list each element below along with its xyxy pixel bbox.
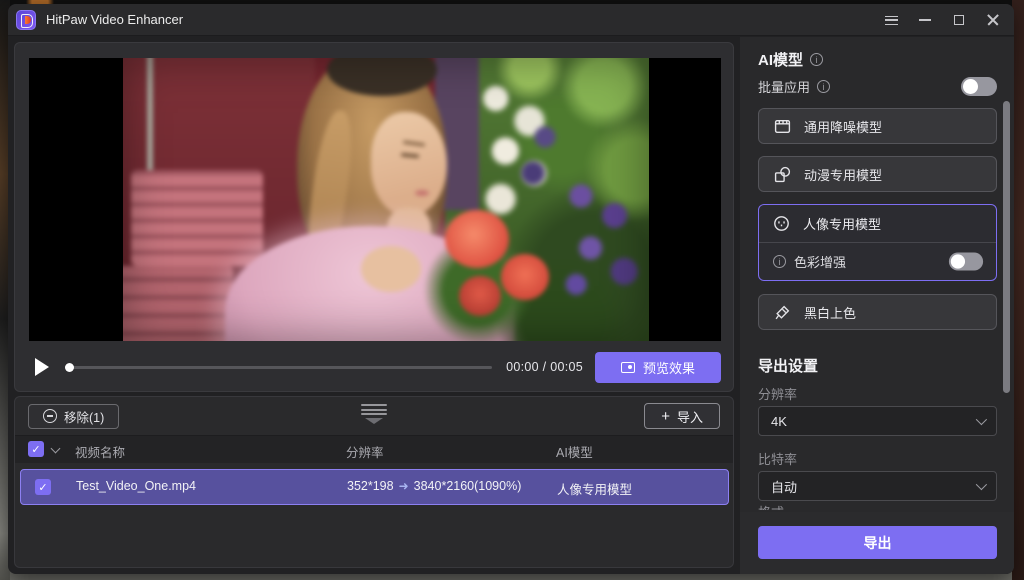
chevron-down-icon — [976, 479, 987, 490]
batch-apply-row: 批量应用 i — [758, 77, 997, 96]
bitrate-label: 比特率 — [758, 449, 797, 468]
settings-sidebar: AI模型 i 批量应用 i 通用降噪模型 动漫专用模型 — [740, 37, 1014, 574]
column-ai-model: AI模型 — [556, 442, 593, 461]
player-controls: 00:00 / 00:05 预览效果 — [29, 347, 721, 387]
color-enhance-row: i 色彩增强 — [759, 243, 996, 280]
column-video-name: 视频名称 — [75, 442, 125, 461]
preview-effect-label: 预览效果 — [643, 358, 695, 377]
row-checkbox[interactable]: ✓ — [35, 479, 51, 495]
title-bar: HitPaw Video Enhancer — [8, 4, 1014, 36]
app-title: HitPaw Video Enhancer — [46, 12, 183, 27]
arrow-right-icon: ➜ — [394, 479, 414, 493]
row-resolution: 352*198➜3840*2160(1090%) — [347, 479, 521, 493]
table-row[interactable]: ✓ Test_Video_One.mp4 352*198➜3840*2160(1… — [20, 469, 729, 505]
import-label: 导入 — [677, 407, 703, 426]
info-icon[interactable]: i — [810, 53, 823, 66]
preview-panel: 00:00 / 00:05 预览效果 — [14, 42, 734, 392]
model-group-portrait-selected: 人像专用模型 i 色彩增强 — [758, 204, 997, 281]
clipped-format-label: 格式 — [758, 502, 784, 510]
sidebar-scrollbar[interactable] — [1003, 101, 1010, 393]
film-icon — [774, 118, 791, 135]
plus-icon: + — [661, 409, 670, 424]
resolution-select[interactable]: 4K — [758, 406, 997, 436]
row-video-name: Test_Video_One.mp4 — [76, 479, 196, 493]
row-ai-model: 人像专用模型 — [557, 479, 632, 498]
remove-button[interactable]: 移除(1) — [28, 404, 119, 429]
ai-model-section-title: AI模型 i — [758, 49, 823, 70]
bitrate-value: 自动 — [771, 477, 797, 496]
close-icon — [987, 14, 999, 26]
model-label: 黑白上色 — [804, 303, 856, 322]
color-enhance-label: 色彩增强 — [794, 252, 846, 271]
collapse-handle[interactable] — [359, 404, 389, 424]
color-enhance-toggle[interactable] — [949, 252, 983, 270]
maximize-button[interactable] — [948, 9, 970, 31]
hamburger-icon — [885, 16, 898, 25]
maximize-icon — [954, 15, 964, 25]
batch-apply-label: 批量应用 — [758, 77, 810, 96]
app-logo-icon — [16, 10, 36, 30]
seek-bar[interactable] — [65, 366, 492, 369]
select-all-checkbox[interactable]: ✓ — [28, 441, 44, 457]
info-icon[interactable]: i — [773, 255, 786, 268]
model-button-colorize[interactable]: 黑白上色 — [758, 294, 997, 330]
chevron-down-icon — [976, 414, 987, 425]
column-resolution: 分辨率 — [346, 442, 384, 461]
preview-effect-button[interactable]: 预览效果 — [595, 352, 721, 383]
table-header: ✓ 视频名称 分辨率 AI模型 — [15, 435, 733, 463]
seek-handle[interactable] — [65, 363, 74, 372]
play-button[interactable] — [29, 354, 55, 380]
chevron-down-icon — [365, 418, 383, 424]
resolution-value: 4K — [771, 414, 787, 429]
file-list-panel: 移除(1) + 导入 ✓ 视频名称 分辨率 AI模型 ✓ Test_Video_… — [14, 396, 734, 568]
export-button[interactable]: 导出 — [758, 526, 997, 559]
minimize-icon — [919, 19, 931, 21]
video-camera-icon — [621, 362, 635, 373]
resolution-label: 分辨率 — [758, 384, 797, 403]
app-window: HitPaw Video Enhancer — [8, 4, 1014, 574]
time-display: 00:00 / 00:05 — [506, 360, 583, 374]
minimize-button[interactable] — [914, 9, 936, 31]
model-label: 动漫专用模型 — [804, 165, 882, 184]
model-label: 人像专用模型 — [803, 214, 881, 233]
batch-apply-toggle[interactable] — [961, 77, 997, 96]
model-button-portrait[interactable]: 人像专用模型 — [759, 205, 996, 243]
play-icon — [35, 358, 49, 376]
close-button[interactable] — [982, 9, 1004, 31]
remove-label: 移除(1) — [64, 407, 104, 426]
brush-icon — [774, 304, 791, 321]
export-settings-title: 导出设置 — [758, 355, 818, 376]
sidebar-footer: 导出 — [740, 512, 1014, 574]
minus-circle-icon — [43, 409, 57, 423]
model-button-anime[interactable]: 动漫专用模型 — [758, 156, 997, 192]
select-dropdown-chevron-icon[interactable] — [51, 444, 61, 454]
list-toolbar: 移除(1) + 导入 — [15, 397, 733, 435]
shapes-icon — [774, 166, 791, 183]
video-still-image — [123, 58, 649, 341]
face-icon — [773, 215, 790, 232]
bitrate-select[interactable]: 自动 — [758, 471, 997, 501]
model-button-denoise[interactable]: 通用降噪模型 — [758, 108, 997, 144]
import-button[interactable]: + 导入 — [644, 403, 720, 429]
model-label: 通用降噪模型 — [804, 117, 882, 136]
menu-button[interactable] — [880, 9, 902, 31]
info-icon[interactable]: i — [817, 80, 830, 93]
video-preview-frame — [29, 58, 721, 341]
